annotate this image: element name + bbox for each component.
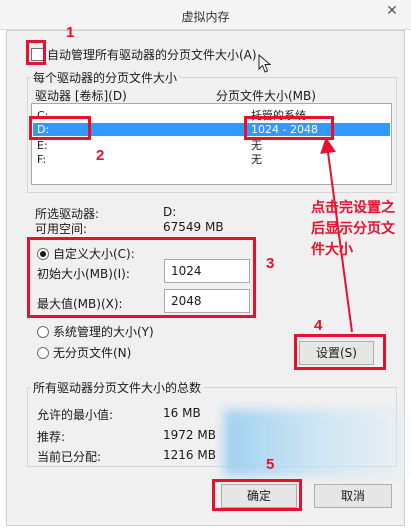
annotation-arrow-icon: [320, 137, 353, 333]
